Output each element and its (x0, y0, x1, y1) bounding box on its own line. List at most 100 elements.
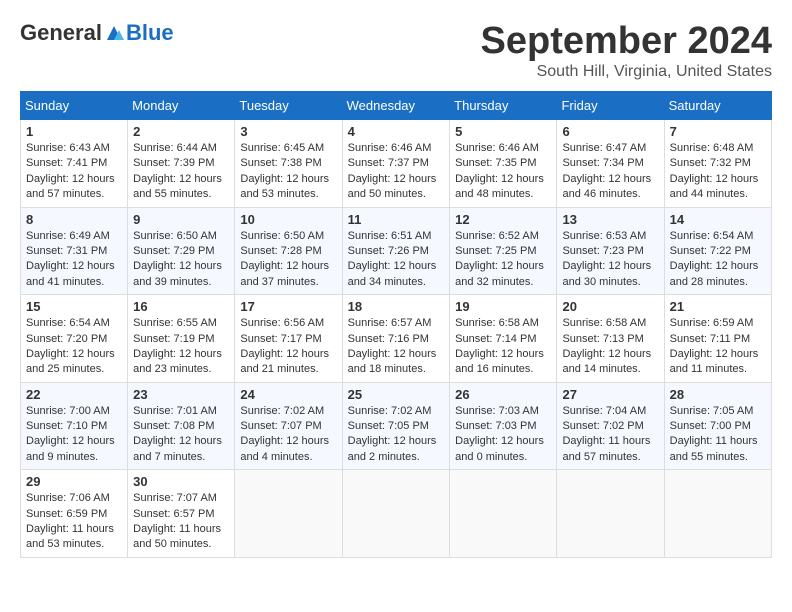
sunrise-label: Sunrise: 6:56 AM (240, 317, 324, 329)
day-number: 21 (670, 299, 766, 314)
title-section: September 2024 South Hill, Virginia, Uni… (481, 20, 773, 81)
day-number: 23 (133, 387, 229, 402)
calendar-cell: 6 Sunrise: 6:47 AM Sunset: 7:34 PM Dayli… (557, 120, 664, 208)
sunset-label: Sunset: 7:19 PM (133, 333, 214, 345)
day-number: 5 (455, 124, 551, 139)
day-info: Sunrise: 6:53 AM Sunset: 7:23 PM Dayligh… (562, 229, 658, 291)
daylight-label: Daylight: 12 hours and 7 minutes. (133, 435, 222, 462)
daylight-label: Daylight: 12 hours and 25 minutes. (26, 348, 115, 375)
sunset-label: Sunset: 7:25 PM (455, 245, 536, 257)
sunrise-label: Sunrise: 6:58 AM (455, 317, 539, 329)
calendar-cell: 25 Sunrise: 7:02 AM Sunset: 7:05 PM Dayl… (342, 382, 450, 470)
day-info: Sunrise: 6:43 AM Sunset: 7:41 PM Dayligh… (26, 141, 122, 203)
sunset-label: Sunset: 7:05 PM (348, 420, 429, 432)
sunset-label: Sunset: 7:20 PM (26, 333, 107, 345)
sunrise-label: Sunrise: 7:00 AM (26, 405, 110, 417)
calendar-cell: 29 Sunrise: 7:06 AM Sunset: 6:59 PM Dayl… (21, 470, 128, 558)
sunset-label: Sunset: 7:29 PM (133, 245, 214, 257)
calendar-cell: 1 Sunrise: 6:43 AM Sunset: 7:41 PM Dayli… (21, 120, 128, 208)
day-number: 10 (240, 212, 336, 227)
calendar-week-row: 1 Sunrise: 6:43 AM Sunset: 7:41 PM Dayli… (21, 120, 772, 208)
sunrise-label: Sunrise: 6:43 AM (26, 142, 110, 154)
daylight-label: Daylight: 12 hours and 28 minutes. (670, 260, 759, 287)
calendar-weekday-wednesday: Wednesday (342, 92, 450, 120)
day-number: 1 (26, 124, 122, 139)
sunset-label: Sunset: 7:22 PM (670, 245, 751, 257)
daylight-label: Daylight: 12 hours and 41 minutes. (26, 260, 115, 287)
calendar-cell: 27 Sunrise: 7:04 AM Sunset: 7:02 PM Dayl… (557, 382, 664, 470)
month-title: September 2024 (481, 20, 773, 63)
sunset-label: Sunset: 7:08 PM (133, 420, 214, 432)
logo-general-text: General (20, 20, 102, 46)
calendar-cell: 13 Sunrise: 6:53 AM Sunset: 7:23 PM Dayl… (557, 207, 664, 295)
day-number: 17 (240, 299, 336, 314)
sunrise-label: Sunrise: 6:58 AM (562, 317, 646, 329)
day-number: 14 (670, 212, 766, 227)
sunset-label: Sunset: 7:03 PM (455, 420, 536, 432)
calendar-weekday-sunday: Sunday (21, 92, 128, 120)
day-number: 3 (240, 124, 336, 139)
day-number: 18 (348, 299, 445, 314)
daylight-label: Daylight: 12 hours and 55 minutes. (133, 173, 222, 200)
day-number: 11 (348, 212, 445, 227)
day-number: 8 (26, 212, 122, 227)
sunrise-label: Sunrise: 7:02 AM (348, 405, 432, 417)
day-info: Sunrise: 6:49 AM Sunset: 7:31 PM Dayligh… (26, 229, 122, 291)
day-info: Sunrise: 6:56 AM Sunset: 7:17 PM Dayligh… (240, 316, 336, 378)
calendar-week-row: 29 Sunrise: 7:06 AM Sunset: 6:59 PM Dayl… (21, 470, 772, 558)
sunset-label: Sunset: 7:14 PM (455, 333, 536, 345)
calendar-cell: 2 Sunrise: 6:44 AM Sunset: 7:39 PM Dayli… (128, 120, 235, 208)
daylight-label: Daylight: 12 hours and 37 minutes. (240, 260, 329, 287)
calendar-weekday-saturday: Saturday (664, 92, 771, 120)
day-number: 28 (670, 387, 766, 402)
sunset-label: Sunset: 7:31 PM (26, 245, 107, 257)
location-text: South Hill, Virginia, United States (481, 63, 773, 81)
daylight-label: Daylight: 12 hours and 0 minutes. (455, 435, 544, 462)
day-number: 24 (240, 387, 336, 402)
sunrise-label: Sunrise: 7:01 AM (133, 405, 217, 417)
calendar-cell: 12 Sunrise: 6:52 AM Sunset: 7:25 PM Dayl… (450, 207, 557, 295)
sunset-label: Sunset: 7:00 PM (670, 420, 751, 432)
day-info: Sunrise: 6:51 AM Sunset: 7:26 PM Dayligh… (348, 229, 445, 291)
daylight-label: Daylight: 12 hours and 39 minutes. (133, 260, 222, 287)
calendar-cell: 26 Sunrise: 7:03 AM Sunset: 7:03 PM Dayl… (450, 382, 557, 470)
calendar-week-row: 22 Sunrise: 7:00 AM Sunset: 7:10 PM Dayl… (21, 382, 772, 470)
day-number: 2 (133, 124, 229, 139)
calendar-cell: 7 Sunrise: 6:48 AM Sunset: 7:32 PM Dayli… (664, 120, 771, 208)
calendar-cell: 11 Sunrise: 6:51 AM Sunset: 7:26 PM Dayl… (342, 207, 450, 295)
sunrise-label: Sunrise: 7:06 AM (26, 492, 110, 504)
sunrise-label: Sunrise: 6:57 AM (348, 317, 432, 329)
calendar-cell: 20 Sunrise: 6:58 AM Sunset: 7:13 PM Dayl… (557, 295, 664, 383)
day-info: Sunrise: 6:50 AM Sunset: 7:28 PM Dayligh… (240, 229, 336, 291)
sunrise-label: Sunrise: 6:51 AM (348, 230, 432, 242)
calendar-cell (342, 470, 450, 558)
day-info: Sunrise: 6:48 AM Sunset: 7:32 PM Dayligh… (670, 141, 766, 203)
day-number: 15 (26, 299, 122, 314)
day-info: Sunrise: 7:05 AM Sunset: 7:00 PM Dayligh… (670, 404, 766, 466)
day-info: Sunrise: 6:54 AM Sunset: 7:20 PM Dayligh… (26, 316, 122, 378)
calendar-cell (664, 470, 771, 558)
day-info: Sunrise: 6:52 AM Sunset: 7:25 PM Dayligh… (455, 229, 551, 291)
day-info: Sunrise: 7:04 AM Sunset: 7:02 PM Dayligh… (562, 404, 658, 466)
calendar-cell: 18 Sunrise: 6:57 AM Sunset: 7:16 PM Dayl… (342, 295, 450, 383)
calendar-cell: 10 Sunrise: 6:50 AM Sunset: 7:28 PM Dayl… (235, 207, 342, 295)
calendar-cell: 24 Sunrise: 7:02 AM Sunset: 7:07 PM Dayl… (235, 382, 342, 470)
sunset-label: Sunset: 7:02 PM (562, 420, 643, 432)
daylight-label: Daylight: 12 hours and 14 minutes. (562, 348, 651, 375)
calendar-table: SundayMondayTuesdayWednesdayThursdayFrid… (20, 91, 772, 558)
sunrise-label: Sunrise: 6:52 AM (455, 230, 539, 242)
daylight-label: Daylight: 12 hours and 9 minutes. (26, 435, 115, 462)
sunrise-label: Sunrise: 6:55 AM (133, 317, 217, 329)
sunset-label: Sunset: 7:17 PM (240, 333, 321, 345)
daylight-label: Daylight: 11 hours and 53 minutes. (26, 523, 114, 550)
sunset-label: Sunset: 7:07 PM (240, 420, 321, 432)
sunset-label: Sunset: 7:41 PM (26, 157, 107, 169)
calendar-cell: 16 Sunrise: 6:55 AM Sunset: 7:19 PM Dayl… (128, 295, 235, 383)
day-info: Sunrise: 6:46 AM Sunset: 7:37 PM Dayligh… (348, 141, 445, 203)
day-info: Sunrise: 7:02 AM Sunset: 7:07 PM Dayligh… (240, 404, 336, 466)
calendar-cell (450, 470, 557, 558)
calendar-cell: 17 Sunrise: 6:56 AM Sunset: 7:17 PM Dayl… (235, 295, 342, 383)
sunrise-label: Sunrise: 6:46 AM (348, 142, 432, 154)
sunset-label: Sunset: 7:11 PM (670, 333, 751, 345)
daylight-label: Daylight: 12 hours and 18 minutes. (348, 348, 437, 375)
